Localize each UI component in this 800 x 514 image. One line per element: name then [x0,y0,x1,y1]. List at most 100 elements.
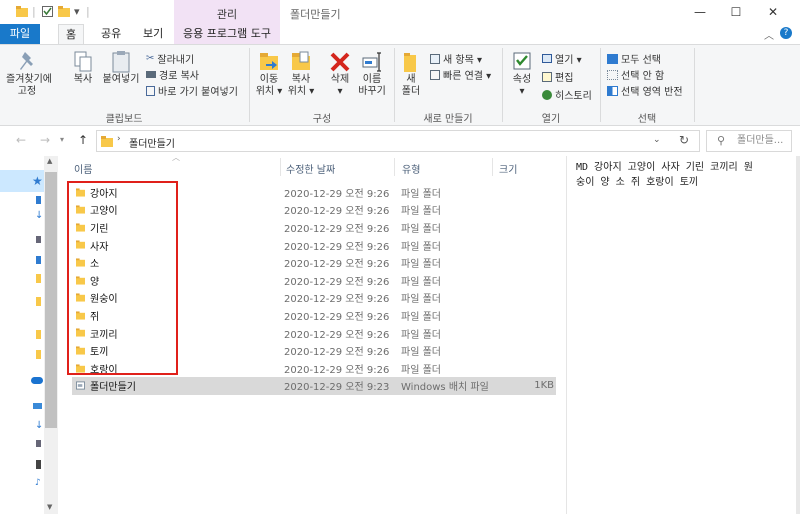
file-type: 파일 폴더 [401,364,441,376]
close-button[interactable]: ✕ [755,0,791,24]
file-date: 2020-12-29 오전 9:26 [284,311,390,323]
new-item-button[interactable]: 새 항목 ▾ [430,51,482,66]
column-header-date[interactable]: 수정한 날짜 [286,161,335,176]
properties-label: 속성 ▾ [512,74,532,97]
folder-icon [101,136,113,147]
copy-button[interactable]: 복사 [70,50,96,86]
refresh-icon[interactable]: ↻ [679,133,689,147]
maximize-button[interactable]: ☐ [718,0,754,24]
file-date: 2020-12-29 오전 9:26 [284,188,390,200]
history-button[interactable]: 히스토리 [542,87,592,102]
column-divider[interactable] [280,158,281,176]
music-icon[interactable]: ♪ [35,478,41,488]
drive-icon[interactable] [36,460,41,469]
documents-icon[interactable] [36,236,41,243]
downloads-icon[interactable]: ↓ [35,210,43,221]
recent-locations-icon[interactable]: ▾ [60,135,64,144]
open-button[interactable]: 열기 ▾ [542,51,582,66]
file-type: 파일 폴더 [401,223,441,235]
onedrive-icon[interactable] [31,377,43,384]
column-header-name[interactable]: 이름 [74,161,92,176]
column-header-size[interactable]: 크기 [499,161,517,176]
copy-path-button[interactable]: 경로 복사 [146,67,199,82]
qa-dropdown-icon[interactable]: ▾ [74,5,80,18]
select-none-icon [607,69,618,80]
tab-home[interactable]: 홈 [58,24,85,44]
help-icon[interactable]: ? [780,27,792,39]
tab-view[interactable]: 보기 [136,24,170,44]
invert-selection-button[interactable]: 선택 영역 반전 [607,83,683,98]
address-dropdown-icon[interactable]: ⌄ [653,135,661,145]
delete-button[interactable]: 삭제 ▾ [326,50,354,98]
new-folder-icon [404,53,416,72]
select-all-button[interactable]: 모두 선택 [607,51,661,66]
rename-button[interactable]: 이름 바꾸기 [356,50,388,98]
file-date: 2020-12-29 오전 9:23 [284,382,390,394]
copy-to-button[interactable]: 복사 위치 ▾ [286,50,316,98]
paste-shortcut-button[interactable]: 바로 가기 붙여넣기 [146,83,238,98]
minimize-button[interactable]: — [682,0,718,24]
paste-button[interactable]: 붙여넣기 [102,50,140,86]
search-input[interactable]: ⚲ 폴더만들... [706,130,792,152]
file-date: 2020-12-29 오전 9:26 [284,347,390,359]
column-divider[interactable] [492,158,493,176]
back-arrow-icon[interactable]: ← [16,133,26,147]
address-bar[interactable]: › 폴더만들기 ⌄ ↻ [96,130,700,152]
file-date: 2020-12-29 오전 9:26 [284,364,390,376]
file-type: 파일 폴더 [401,347,441,359]
collapse-ribbon-icon[interactable]: ︿ [764,27,774,42]
scroll-down-icon[interactable]: ▼ [47,503,52,511]
new-folder-button[interactable]: 새 폴더 [398,50,424,98]
this-pc-icon[interactable] [33,403,42,409]
paste-shortcut-label: 바로 가기 붙여넣기 [158,87,238,98]
folder-icon[interactable] [36,330,41,339]
context-tab-title: 관리 [216,8,238,21]
delete-label: 삭제 ▾ [330,74,350,97]
select-all-label: 모두 선택 [621,55,661,66]
documents-icon[interactable] [36,440,41,447]
move-folder-icon [260,53,278,70]
desktop-icon[interactable] [36,196,41,204]
file-row[interactable]: 폴더만들기 2020-12-29 오전 9:23 Windows 배치 파일 1KB [72,377,556,395]
easy-access-button[interactable]: 빠른 연결 ▾ [430,67,491,82]
tab-share[interactable]: 공유 [94,24,128,44]
preview-divider[interactable] [566,156,567,514]
select-none-button[interactable]: 선택 안 함 [607,67,664,82]
pictures-icon[interactable] [36,256,41,264]
quick-access-star-icon[interactable]: ★ [32,174,43,188]
select-all-icon [607,53,618,64]
history-icon [542,89,552,100]
properties-icon [513,52,531,70]
move-to-button[interactable]: 이동 위치 ▾ [254,50,284,98]
open-label: 열기 ▾ [555,55,582,66]
search-placeholder: 폴더만들... [737,135,784,146]
cut-button[interactable]: ✂ 잘라내기 [146,51,194,66]
batch-file-icon [76,381,85,390]
folder-icon[interactable] [36,274,41,283]
scroll-up-icon[interactable]: ▲ [47,157,52,165]
properties-qa-icon[interactable] [42,6,53,17]
nav-scrollbar-thumb[interactable] [45,172,57,428]
folder-icon[interactable] [36,297,41,306]
file-date: 2020-12-29 오전 9:26 [284,329,390,341]
edit-button[interactable]: 편집 [542,69,573,84]
copy-icon [74,51,92,72]
tab-file[interactable]: 파일 [0,24,40,44]
properties-button[interactable]: 속성 ▾ [508,50,536,98]
easy-access-icon [430,69,440,80]
new-folder-qa-icon[interactable] [58,6,70,17]
forward-arrow-icon[interactable]: → [40,133,50,147]
column-header-type[interactable]: 유형 [402,161,420,176]
breadcrumb-current[interactable]: 폴더만들기 [129,135,175,150]
breadcrumb-chevron-icon[interactable]: › [117,134,121,144]
column-divider[interactable] [394,158,395,176]
open-icon [542,54,552,63]
up-arrow-icon[interactable]: ↑ [78,133,88,147]
downloads-icon[interactable]: ↓ [35,420,43,431]
pin-to-quick-access-button[interactable]: 즐겨찾기에 고정 [6,50,52,98]
tab-application-tools[interactable]: 응용 프로그램 도구 [174,24,280,44]
new-item-label: 새 항목 ▾ [443,55,482,66]
folder-icon[interactable] [36,350,41,359]
new-folder-label: 새 폴더 [401,74,421,97]
file-type: 파일 폴더 [401,188,441,200]
